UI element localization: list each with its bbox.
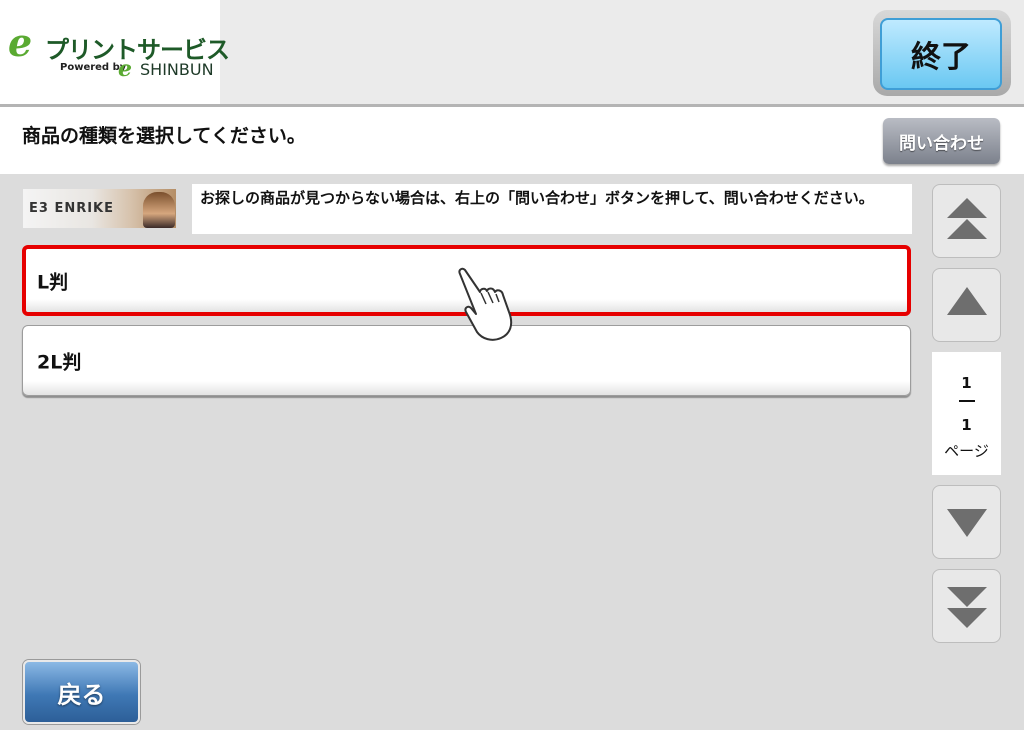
page-last-button[interactable]: [932, 569, 1001, 643]
double-up-icon: [947, 198, 987, 239]
double-down-icon: [947, 587, 987, 628]
logo-powered-by: Powered by: [60, 62, 127, 73]
page-word: ページ: [944, 442, 989, 460]
logo-brand: SHINBUN: [140, 60, 214, 79]
ad-banner[interactable]: E3 ENRIKE: [23, 189, 176, 228]
end-button[interactable]: 終了: [873, 10, 1011, 96]
end-button-label: 終了: [880, 18, 1002, 90]
logo-e-mark: e: [8, 20, 33, 65]
header-bar: e プリントサービス Powered by e SHINBUN 終了: [0, 0, 1024, 104]
list-item-label: L判: [37, 271, 69, 293]
down-icon: [947, 509, 987, 537]
list-item-label: 2L判: [37, 351, 82, 373]
instruction-text: 商品の種類を選択してください。: [22, 125, 306, 147]
notice-text: お探しの商品が見つからない場合は、右上の「問い合わせ」ボタンを押して、問い合わせ…: [192, 184, 912, 234]
page-divider: [959, 400, 975, 402]
hand-cursor-icon: [458, 267, 513, 341]
current-page: 1: [961, 374, 972, 392]
banner-logo: E3 ENRIKE: [29, 201, 115, 216]
inquiry-button[interactable]: 問い合わせ: [883, 118, 1000, 164]
instruction-bar: 商品の種類を選択してください。 問い合わせ: [0, 107, 1024, 174]
page-next-button[interactable]: [932, 485, 1001, 559]
page-indicator: 1 1 ページ: [932, 352, 1001, 475]
page-prev-button[interactable]: [932, 268, 1001, 342]
eprint-logo: e プリントサービス Powered by e SHINBUN: [0, 0, 230, 104]
screen: e プリントサービス Powered by e SHINBUN 終了 商品の種類…: [0, 0, 1024, 730]
back-button[interactable]: 戻る: [23, 660, 140, 724]
logo-e-mark-small: e: [118, 56, 132, 82]
banner-photo: [143, 192, 175, 228]
page-first-button[interactable]: [932, 184, 1001, 258]
up-icon: [947, 287, 987, 315]
total-pages: 1: [961, 416, 972, 434]
